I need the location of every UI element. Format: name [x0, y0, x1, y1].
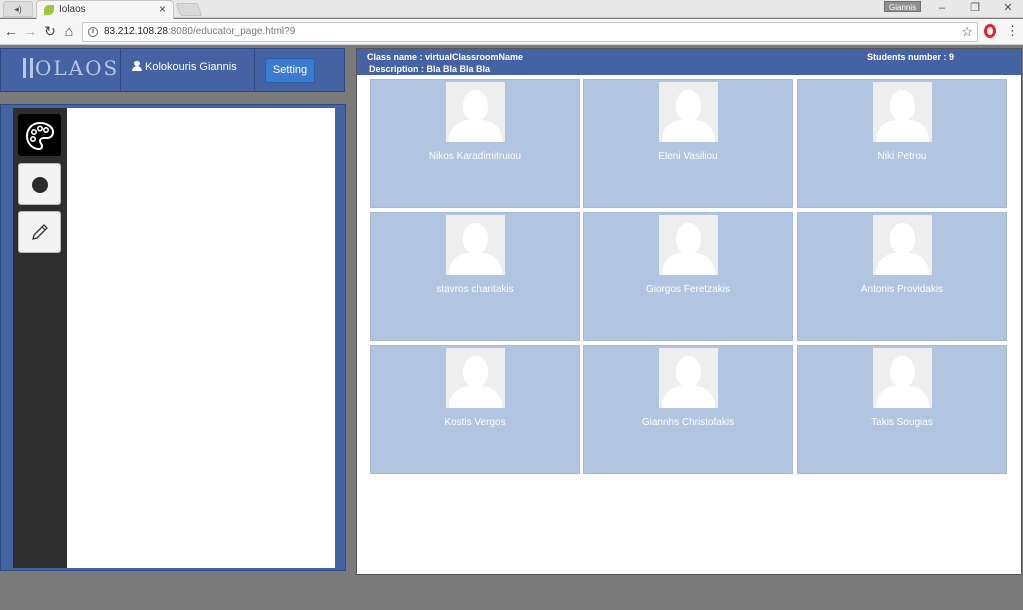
students-number: Students number : 9: [867, 52, 955, 62]
student-name: Kostis Vergos: [444, 417, 506, 428]
student-name: Giannhs Christofakis: [641, 417, 735, 428]
setting-button[interactable]: Setting: [265, 58, 315, 83]
drawing-toolbar: [13, 108, 67, 568]
browser-tab-bar: ◂) Iolaos × Giannis – ❐ ✕: [0, 0, 1023, 19]
close-window-icon[interactable]: ✕: [994, 0, 1022, 16]
palette-icon: [25, 121, 55, 151]
minimize-icon[interactable]: –: [928, 0, 956, 16]
student-card[interactable]: Giannhs Christofakis: [583, 345, 793, 474]
tab-audio-icon[interactable]: ◂): [3, 1, 33, 17]
tab-title: Iolaos: [59, 4, 86, 15]
student-card[interactable]: stavros charitakis: [370, 212, 580, 341]
window-user-badge[interactable]: Giannis: [884, 1, 922, 12]
avatar: [873, 348, 932, 408]
forward-icon[interactable]: →: [22, 23, 38, 39]
header-divider: [254, 49, 255, 91]
student-card[interactable]: Kostis Vergos: [370, 345, 580, 474]
pillar-icon: [23, 58, 33, 78]
avatar: [446, 215, 505, 275]
drawing-canvas[interactable]: [67, 108, 335, 568]
browser-tab[interactable]: Iolaos ×: [36, 0, 174, 19]
student-card[interactable]: Eleni Vasiliou: [583, 79, 793, 208]
home-icon[interactable]: ⌂: [61, 23, 77, 39]
address-bar: ← → ↻ ⌂ i 83.212.108.28:8080/educator_pa…: [0, 19, 1023, 45]
app-header: OLAOS Kolokouris Giannis Setting: [0, 48, 345, 92]
student-name: Takis Sougias: [871, 417, 933, 428]
avatar: [659, 215, 718, 275]
opera-icon[interactable]: [984, 24, 996, 38]
page-footer: [0, 578, 1023, 610]
student-card[interactable]: Giorgos Feretzakis: [583, 212, 793, 341]
reload-icon[interactable]: ↻: [42, 23, 58, 39]
student-name: Giorgos Feretzakis: [646, 284, 730, 295]
avatar: [446, 348, 505, 408]
new-tab-button[interactable]: [175, 3, 203, 16]
user-name[interactable]: Kolokouris Giannis: [132, 61, 237, 73]
student-card[interactable]: Nikos Karadimitruiou: [370, 79, 580, 208]
back-icon[interactable]: ←: [3, 23, 19, 39]
student-name: Niki Petrou: [877, 151, 927, 162]
student-card[interactable]: Antonis Providakis: [797, 212, 1007, 341]
whiteboard-panel: [0, 104, 346, 571]
leaf-icon: [44, 5, 54, 15]
header-divider: [120, 49, 121, 91]
pencil-icon: [32, 224, 48, 240]
avatar: [873, 215, 932, 275]
avatar: [873, 82, 932, 142]
student-name: Eleni Vasiliou: [658, 151, 718, 162]
iolaos-logo: OLAOS: [23, 56, 119, 80]
palette-tool-button[interactable]: [18, 114, 61, 156]
pencil-tool-button[interactable]: [18, 211, 61, 253]
class-info-bar: Class name : virtualClassroomName Descri…: [357, 49, 1021, 75]
student-card[interactable]: Niki Petrou: [797, 79, 1007, 208]
url-input[interactable]: i 83.212.108.28:8080/educator_page.html?…: [82, 22, 978, 42]
dot-icon: [32, 177, 48, 193]
student-name: Nikos Karadimitruiou: [428, 151, 522, 162]
class-name: Class name : virtualClassroomName: [367, 52, 524, 62]
avatar: [659, 348, 718, 408]
close-icon[interactable]: ×: [159, 2, 166, 16]
info-icon[interactable]: i: [88, 27, 98, 37]
brush-size-tool-button[interactable]: [18, 163, 61, 205]
restore-icon[interactable]: ❐: [961, 0, 989, 16]
student-name: stavros charitakis: [436, 284, 514, 295]
class-description: Description : Bla Bla Bla Bla: [369, 64, 491, 74]
avatar: [446, 82, 505, 142]
menu-icon[interactable]: ⋮: [1006, 23, 1019, 39]
user-icon: [132, 61, 142, 71]
avatar: [659, 82, 718, 142]
student-name: Antonis Providakis: [860, 284, 944, 295]
url-text: 83.212.108.28:8080/educator_page.html?9: [104, 26, 296, 37]
educator-page: OLAOS Kolokouris Giannis Setting Class n…: [0, 46, 1023, 610]
bookmark-star-icon[interactable]: ☆: [961, 24, 973, 40]
student-card[interactable]: Takis Sougias: [797, 345, 1007, 474]
classroom-panel: Class name : virtualClassroomName Descri…: [356, 48, 1022, 575]
